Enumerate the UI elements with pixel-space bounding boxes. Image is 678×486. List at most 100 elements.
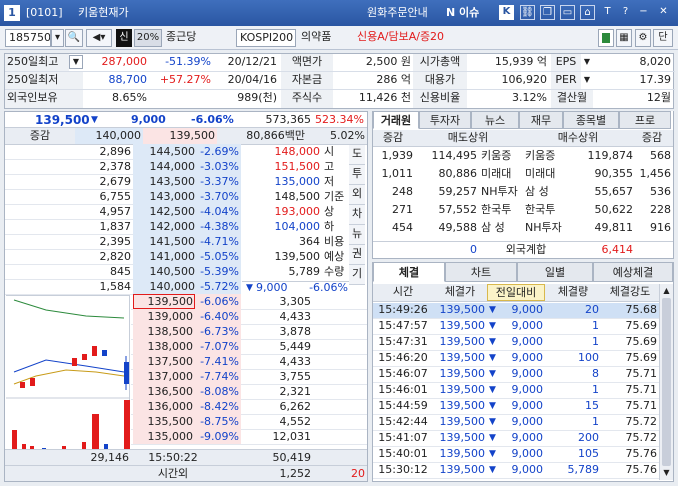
trade-scrollbar[interactable]: ▲ ▼ xyxy=(659,284,673,480)
font-size-icon[interactable]: T xyxy=(600,5,615,20)
side-tab[interactable]: 뉴 xyxy=(349,225,365,245)
bid-price[interactable]: 135,500 xyxy=(133,414,195,429)
trade-row[interactable]: 15:46:20 139,500 ▼ 9,000 100 75.69 xyxy=(373,351,659,367)
ask-price[interactable]: 143,500 xyxy=(133,174,197,189)
high250-dropdown-icon[interactable]: ▼ xyxy=(69,55,83,69)
bid-price[interactable]: 135,000 xyxy=(133,429,195,444)
bid-price[interactable]: 138,000 xyxy=(133,339,195,354)
eps-dropdown-icon[interactable]: ▼ xyxy=(581,54,593,70)
scroll-thumb[interactable] xyxy=(662,298,671,466)
layout-icon[interactable]: ▦ xyxy=(616,29,632,47)
foreign-total-row: 0 외국계합 6,414 xyxy=(373,241,673,257)
trade-tab[interactable]: 차트 xyxy=(445,262,517,282)
side-tab[interactable]: 외 xyxy=(349,185,365,205)
sell-broker[interactable]: 미래대 xyxy=(481,166,511,182)
trade-row[interactable]: 15:30:12 139,500 ▼ 9,000 5,789 75.76 xyxy=(373,463,659,479)
broker-tab[interactable]: 투자자 xyxy=(419,111,471,129)
side-tab[interactable]: 도 xyxy=(349,145,365,165)
current-price: 139,500 xyxy=(35,113,90,127)
side-tab[interactable]: 기 xyxy=(349,265,365,285)
per-dropdown-icon[interactable]: ▼ xyxy=(581,72,593,88)
buy-broker[interactable]: 삼 성 xyxy=(525,184,549,200)
trade-row[interactable]: 15:42:44 139,500 ▼ 9,000 1 75.72 xyxy=(373,415,659,431)
buy-increment: 568 xyxy=(650,149,671,162)
sell-broker[interactable]: 한국투 xyxy=(481,202,511,218)
trade-row[interactable]: 15:46:01 139,500 ▼ 9,000 1 75.71 xyxy=(373,383,659,399)
window-icon[interactable]: ▭ xyxy=(560,5,575,20)
broker-tab[interactable]: 거래원 xyxy=(373,111,419,129)
trade-strength: 75.71 xyxy=(625,399,658,412)
kiwoom-icon[interactable]: K xyxy=(499,5,514,20)
ask-price[interactable]: 142,000 xyxy=(133,219,197,234)
color-toggle-icon[interactable] xyxy=(598,29,614,47)
side-tab[interactable]: 권 xyxy=(349,245,365,265)
trade-strength: 75.76 xyxy=(625,447,658,460)
pin-icon[interactable]: ⌂ xyxy=(580,5,595,20)
ask-price[interactable]: 141,000 xyxy=(133,249,197,264)
bid-price[interactable]: 136,500 xyxy=(133,384,195,399)
ask-price[interactable]: 140,500 xyxy=(133,264,197,279)
order-guide-link[interactable]: 원화주문안내 xyxy=(367,0,428,26)
market-cap-label: 시가총액 xyxy=(413,54,467,71)
trade-price: 139,500 xyxy=(439,399,486,412)
side-tab[interactable]: 투 xyxy=(349,165,365,185)
buy-broker[interactable]: 미래대 xyxy=(525,166,555,182)
stock-code-input[interactable]: 185750 xyxy=(5,29,51,47)
trade-row[interactable]: 15:44:59 139,500 ▼ 9,000 15 75.71 xyxy=(373,399,659,415)
trade-tab[interactable]: 일별 xyxy=(517,262,593,282)
trade-row[interactable]: 15:46:07 139,500 ▼ 9,000 8 75.71 xyxy=(373,367,659,383)
trade-row[interactable]: 15:47:31 139,500 ▼ 9,000 1 75.69 xyxy=(373,335,659,351)
broker-tab[interactable]: 뉴스 xyxy=(471,111,519,129)
trade-row[interactable]: 15:47:57 139,500 ▼ 9,000 1 75.69 xyxy=(373,319,659,335)
bid-price[interactable]: 139,000 xyxy=(133,309,195,324)
single-order-button[interactable]: 단 xyxy=(653,29,673,47)
sell-broker[interactable]: 키움증 xyxy=(481,148,511,164)
sell-increment: 454 xyxy=(392,221,413,234)
bid-price[interactable]: 137,000 xyxy=(133,369,195,384)
ask-price[interactable]: 144,500 xyxy=(133,144,197,159)
ask-pct: -4.38% xyxy=(197,219,241,234)
expected-pct: -6.06% xyxy=(309,281,348,294)
sell-broker[interactable]: NH투자 xyxy=(481,184,518,200)
face-value-label: 액면가 xyxy=(281,54,333,71)
ask-price[interactable]: 141,500 xyxy=(133,234,197,249)
bid-price[interactable]: 137,500 xyxy=(133,354,195,369)
bid-price[interactable]: 139,500 xyxy=(133,294,195,309)
increment-label: 증감 xyxy=(29,129,51,142)
buy-broker[interactable]: 키움증 xyxy=(525,148,555,164)
bid-price[interactable]: 138,500 xyxy=(133,324,195,339)
search-icon[interactable]: 🔍 xyxy=(65,29,83,47)
close-icon[interactable]: ✕ xyxy=(656,5,671,20)
trade-price: 139,500 xyxy=(439,447,486,460)
trade-row[interactable]: 15:49:26 139,500 ▼ 9,000 20 75.68 xyxy=(373,303,659,319)
settings-gear-icon[interactable]: ⚙ xyxy=(635,29,651,47)
ask-price[interactable]: 143,000 xyxy=(133,189,197,204)
broker-tab[interactable]: 종목별 xyxy=(563,111,619,129)
trade-tab[interactable]: 예상체결 xyxy=(593,262,673,282)
code-dropdown-icon[interactable]: ▾ xyxy=(51,29,64,47)
link-icon[interactable]: ⛓ xyxy=(520,5,535,20)
copy-icon[interactable]: ❐ xyxy=(540,5,555,20)
sell-broker[interactable]: 삼 성 xyxy=(481,220,505,236)
trade-price: 139,500 xyxy=(439,431,486,444)
trade-tab[interactable]: 체결 xyxy=(373,262,445,282)
minimize-icon[interactable]: − xyxy=(636,5,651,20)
scroll-down-icon[interactable]: ▼ xyxy=(660,466,673,479)
buy-broker[interactable]: 한국투 xyxy=(525,202,555,218)
ask-price[interactable]: 144,000 xyxy=(133,159,197,174)
issue-link[interactable]: N 이슈 xyxy=(446,0,479,26)
ask-price[interactable]: 140,000 xyxy=(133,279,197,294)
speaker-icon[interactable]: ◀▾ xyxy=(86,29,112,47)
scroll-up-icon[interactable]: ▲ xyxy=(660,284,673,297)
trade-row[interactable]: 15:41:07 139,500 ▼ 9,000 200 75.72 xyxy=(373,431,659,447)
side-tab[interactable]: 차 xyxy=(349,205,365,225)
broker-tab[interactable]: 재무 xyxy=(519,111,563,129)
trade-qty: 105 xyxy=(578,447,599,460)
trade-row[interactable]: 15:40:01 139,500 ▼ 9,000 105 75.76 xyxy=(373,447,659,463)
bid-price[interactable]: 136,000 xyxy=(133,399,195,414)
ask-price[interactable]: 142,500 xyxy=(133,204,197,219)
broker-tab[interactable]: 프로 xyxy=(619,111,671,129)
trade-time: 15:46:07 xyxy=(378,367,428,380)
help-icon[interactable]: ? xyxy=(618,5,633,20)
buy-broker[interactable]: NH투자 xyxy=(525,220,562,236)
